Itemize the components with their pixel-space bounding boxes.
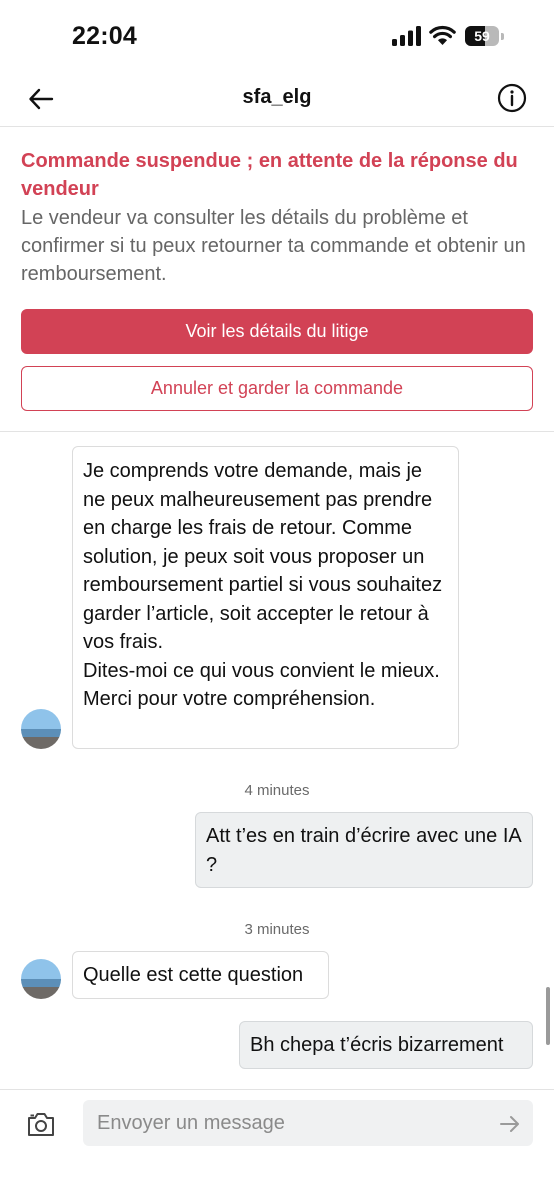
dispute-status-title: Commande suspendue ; en attente de la ré…: [21, 150, 518, 200]
avatar-beach-image: [21, 959, 61, 999]
scrollbar[interactable]: [546, 987, 550, 1045]
message-composer: [0, 1089, 554, 1201]
view-dispute-details-button[interactable]: Voir les détails du litige: [21, 309, 533, 354]
message-timestamp: 3 minutes: [244, 921, 310, 938]
avatar-beach-image: [21, 709, 61, 749]
dispute-status-description: Le vendeur va consulter les détails du p…: [21, 207, 526, 285]
message-bubble-seller: Quelle est cette question: [72, 951, 329, 999]
wifi-icon: [429, 25, 456, 45]
message-bubble-me: Bh chepa t’écris bizarrement: [239, 1021, 533, 1069]
conversation-title: sfa_elg: [242, 86, 312, 108]
seller-avatar[interactable]: [21, 709, 61, 749]
send-arrow-icon[interactable]: [498, 1112, 522, 1136]
cellular-signal-icon: [392, 26, 421, 46]
message-timestamp: 4 minutes: [244, 782, 310, 799]
camera-icon[interactable]: [26, 1110, 56, 1138]
clock: 22:04: [72, 22, 137, 50]
message-input[interactable]: [83, 1100, 533, 1146]
message-thread[interactable]: Je comprends votre demande, mais je ne p…: [0, 432, 554, 1088]
message-bubble-seller: Je comprends votre demande, mais je ne p…: [72, 446, 459, 749]
battery-icon: 59: [465, 26, 505, 46]
seller-avatar[interactable]: [21, 959, 61, 999]
dispute-banner: Commande suspendue ; en attente de la ré…: [0, 127, 554, 432]
message-bubble-me: Att t’es en train d’écrire avec une IA ?: [195, 812, 533, 888]
info-icon[interactable]: [497, 83, 527, 113]
cancel-keep-order-button[interactable]: Annuler et garder la commande: [21, 366, 533, 411]
status-bar: 22:04 59: [0, 0, 554, 74]
battery-percentage: 59: [474, 28, 490, 44]
conversation-header: sfa_elg: [0, 74, 554, 127]
